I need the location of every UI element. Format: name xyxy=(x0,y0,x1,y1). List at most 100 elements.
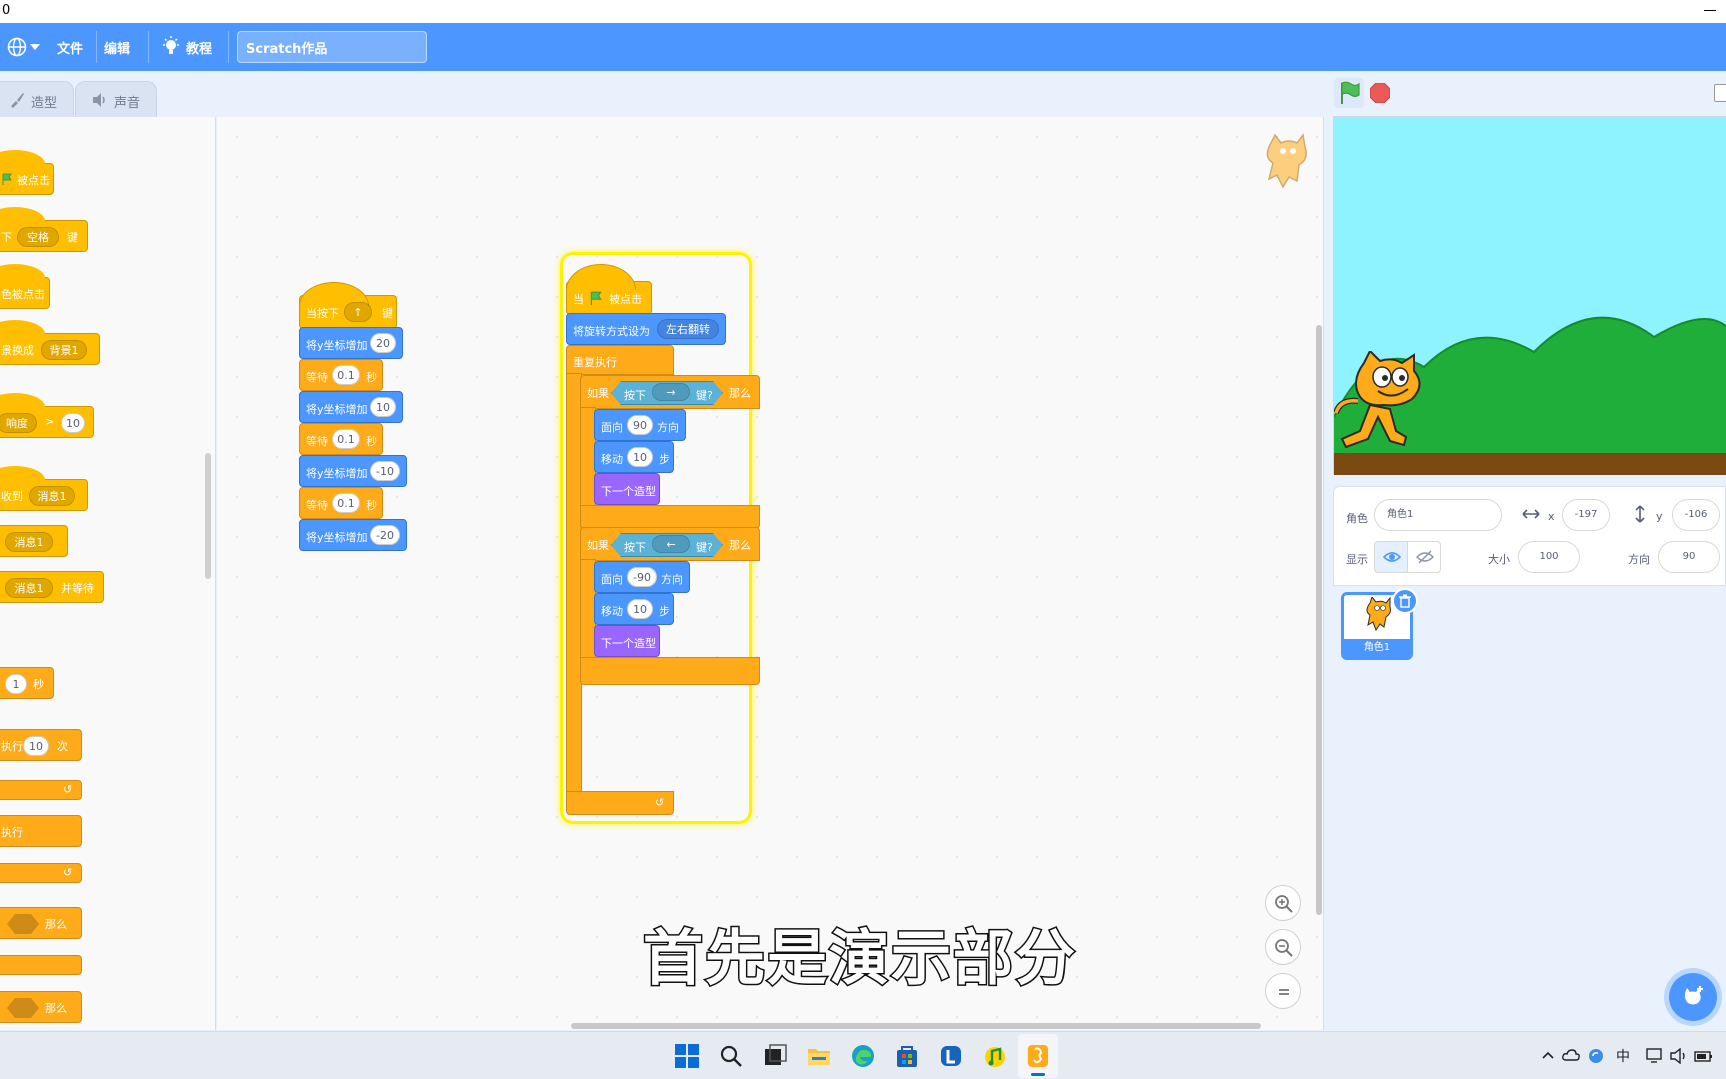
menu-file[interactable]: 文件 xyxy=(57,38,83,57)
message-dropdown[interactable]: 消息1 xyxy=(29,486,75,506)
tab-costumes[interactable]: 造型 xyxy=(0,81,74,117)
add-sprite-button[interactable] xyxy=(1669,973,1717,1021)
cloud-icon[interactable] xyxy=(1562,1049,1580,1061)
palette-block-when-receive[interactable]: 收到 消息1 xyxy=(0,466,88,511)
number-input[interactable]: 10 xyxy=(23,736,49,756)
show-visible-button[interactable] xyxy=(1374,541,1408,573)
show-hidden-button[interactable] xyxy=(1407,541,1441,573)
script-area[interactable]: 当按下 ↑ 键 将y坐标增加 20 等待 0.1 秒 将y坐标增加 10 等待 … xyxy=(217,117,1324,1030)
block-change-y[interactable]: 将y坐标增加 -20 xyxy=(299,519,407,551)
block-set-rotation-style[interactable]: 将旋转方式设为 左右翻转 xyxy=(566,313,726,345)
palette-block-when-key[interactable]: 下 空格 键 xyxy=(0,207,88,252)
number-input[interactable]: -10 xyxy=(370,461,400,481)
palette-block-repeat[interactable]: 执行 10 次 xyxy=(0,729,82,761)
minimize-button[interactable] xyxy=(1704,10,1716,11)
stop-icon[interactable] xyxy=(1370,83,1390,103)
block-move-steps[interactable]: 移动 10 步 xyxy=(594,441,674,473)
block-change-y[interactable]: 将y坐标增加 20 xyxy=(299,327,403,359)
key-dropdown[interactable]: 空格 xyxy=(17,227,59,247)
palette-block-when-backdrop[interactable]: 景换成 背景1 xyxy=(0,320,100,365)
block-wait[interactable]: 等待 0.1 秒 xyxy=(299,423,383,455)
block-move-steps[interactable]: 移动 10 步 xyxy=(594,593,674,625)
number-input[interactable]: -20 xyxy=(370,525,400,545)
number-input[interactable]: 0.1 xyxy=(332,493,360,513)
zoom-out-button[interactable] xyxy=(1265,929,1301,965)
palette-block-when-sprite-clicked[interactable]: 色被点击 xyxy=(0,264,50,309)
windows-start-icon[interactable] xyxy=(674,1043,700,1069)
key-dropdown[interactable]: ← xyxy=(652,535,690,553)
number-input[interactable]: 20 xyxy=(370,333,396,353)
task-view-icon[interactable] xyxy=(762,1043,788,1069)
key-dropdown[interactable]: ↑ xyxy=(344,302,372,322)
block-wait[interactable]: 等待 0.1 秒 xyxy=(299,359,383,391)
direction-field[interactable]: 90 xyxy=(1658,541,1720,573)
number-input[interactable]: 10 xyxy=(370,397,396,417)
number-input[interactable]: 10 xyxy=(627,599,653,619)
language-caret-icon[interactable] xyxy=(30,44,40,50)
block-next-costume[interactable]: 下一个造型 xyxy=(594,473,660,505)
green-flag-button[interactable] xyxy=(1334,78,1364,108)
sensor-dropdown[interactable]: 响度 xyxy=(0,413,37,433)
block-point-direction[interactable]: 面向 90 方向 xyxy=(594,409,686,441)
message-dropdown[interactable]: 消息1 xyxy=(5,532,53,552)
number-input[interactable]: 0.1 xyxy=(332,365,360,385)
zoom-reset-button[interactable] xyxy=(1265,973,1301,1009)
network-icon[interactable] xyxy=(1646,1048,1664,1064)
chevron-up-icon[interactable] xyxy=(1542,1051,1554,1059)
sensing-key-pressed[interactable]: 按下 ← 键? xyxy=(611,533,723,557)
number-input[interactable]: 0.1 xyxy=(332,429,360,449)
number-input[interactable]: 90 xyxy=(627,415,653,435)
backdrop-dropdown[interactable]: 背景1 xyxy=(41,340,87,360)
y-field[interactable]: -106 xyxy=(1672,499,1720,531)
globe-icon[interactable] xyxy=(6,37,28,57)
palette-block-wait[interactable]: 1 秒 xyxy=(0,667,54,699)
number-input[interactable]: 1 xyxy=(5,674,27,694)
key-dropdown[interactable]: → xyxy=(652,383,690,401)
size-field[interactable]: 100 xyxy=(1518,541,1580,573)
sync-icon[interactable] xyxy=(1588,1048,1604,1064)
palette-block-when-flag[interactable]: 被点击 xyxy=(0,150,54,195)
block-point-direction[interactable]: 面向 -90 方向 xyxy=(594,561,690,593)
delete-sprite-button[interactable] xyxy=(1392,588,1418,614)
sensing-key-pressed[interactable]: 按下 → 键? xyxy=(611,381,723,405)
block-if[interactable]: 如果 按下 → 键? 那么 xyxy=(580,375,760,409)
rotation-dropdown[interactable]: 左右翻转 xyxy=(657,319,719,339)
message-dropdown[interactable]: 消息1 xyxy=(5,578,53,598)
zoom-in-button[interactable] xyxy=(1265,885,1301,921)
search-icon[interactable] xyxy=(718,1043,744,1069)
ime-language[interactable]: 中 xyxy=(1616,1046,1630,1066)
sprite-name-field[interactable]: 角色1 xyxy=(1374,499,1502,531)
palette-block-forever[interactable]: 执行 xyxy=(0,815,82,847)
menu-tutorials[interactable]: 教程 xyxy=(186,38,212,57)
block-change-y[interactable]: 将y坐标增加 -10 xyxy=(299,455,407,487)
number-input[interactable]: 10 xyxy=(627,447,653,467)
taskbar-active-app[interactable] xyxy=(1018,1034,1058,1078)
block-when-key-pressed[interactable]: 当按下 ↑ 键 xyxy=(299,282,397,329)
lenovo-app-icon[interactable] xyxy=(938,1043,964,1069)
x-field[interactable]: -197 xyxy=(1562,499,1610,531)
stage-size-button[interactable] xyxy=(1714,84,1726,102)
block-forever[interactable]: 重复执行 xyxy=(566,345,674,375)
palette-block-if[interactable]: 那么 xyxy=(0,907,82,939)
bulb-icon[interactable] xyxy=(162,36,180,58)
edge-browser-icon[interactable] xyxy=(850,1043,876,1069)
palette-block-broadcast-wait[interactable]: 消息1 并等待 xyxy=(0,571,104,603)
block-when-flag-clicked[interactable]: 当 被点击 xyxy=(566,264,652,315)
number-input[interactable]: -90 xyxy=(627,567,657,587)
palette-block-when-greater[interactable]: 响度 > 10 xyxy=(0,393,94,438)
file-explorer-icon[interactable] xyxy=(806,1043,832,1069)
block-if[interactable]: 如果 按下 ← 键? 那么 xyxy=(580,527,760,561)
boolean-slot[interactable] xyxy=(7,914,39,934)
block-change-y[interactable]: 将y坐标增加 10 xyxy=(299,391,403,423)
menu-edit[interactable]: 编辑 xyxy=(104,38,130,57)
palette-scrollbar[interactable] xyxy=(205,453,211,579)
tab-sounds[interactable]: 声音 xyxy=(75,81,157,117)
boolean-slot[interactable] xyxy=(7,998,39,1018)
project-title-input[interactable] xyxy=(237,31,427,63)
volume-icon[interactable] xyxy=(1670,1048,1688,1064)
script-vertical-scrollbar[interactable] xyxy=(1316,325,1322,915)
music-app-icon[interactable] xyxy=(982,1043,1008,1069)
number-input[interactable]: 10 xyxy=(61,413,85,433)
cat-icon[interactable] xyxy=(1334,351,1429,451)
block-wait[interactable]: 等待 0.1 秒 xyxy=(299,487,383,519)
